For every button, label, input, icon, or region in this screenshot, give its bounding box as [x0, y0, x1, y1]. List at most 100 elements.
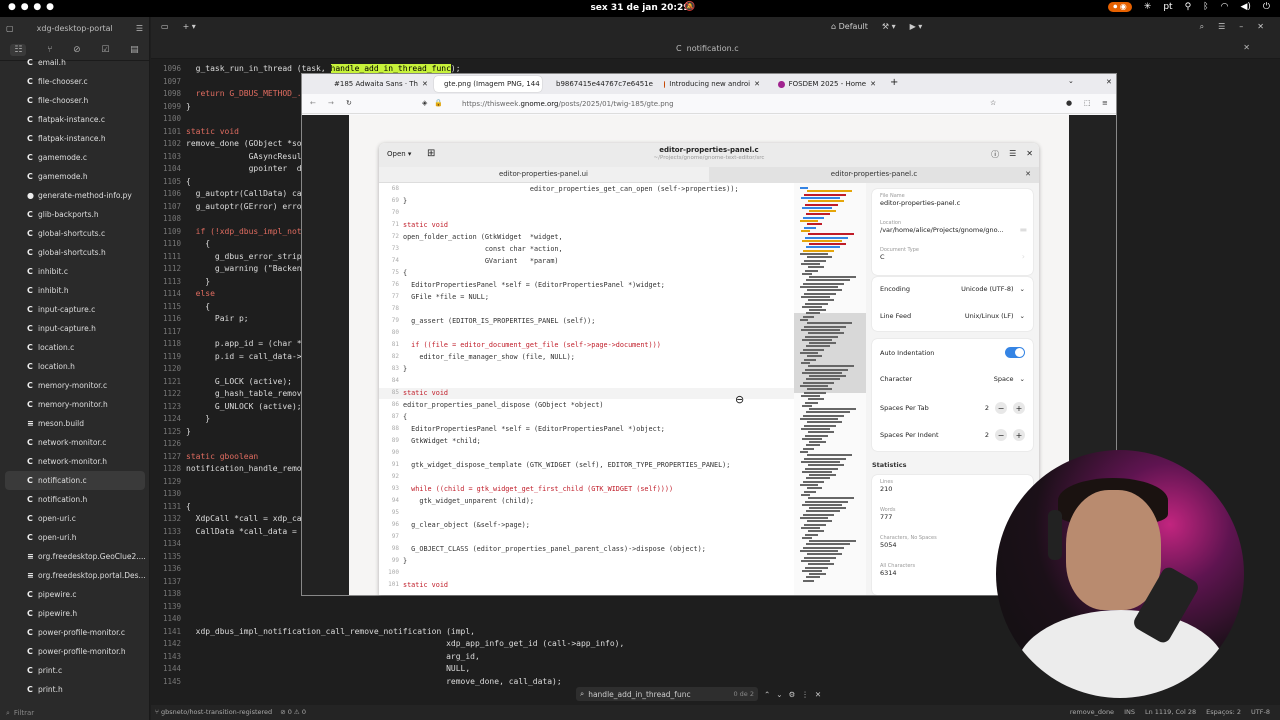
close-icon[interactable]: ✕ — [1026, 149, 1033, 160]
screenshot-image[interactable]: Open ▾ ⊞ editor-properties-panel.c ~/Pro… — [349, 115, 1069, 595]
tab-close-icon[interactable]: ✕ — [870, 80, 876, 88]
system-tray[interactable]: ⏺ ◉ ✳ pt ⚲ ᛒ ◠ ◀) ⏻ — [1108, 2, 1270, 12]
browser-tab[interactable]: #185 Adwaita Sans · Th ✕ — [324, 76, 432, 92]
filter-field[interactable]: ⌕ Filtrar — [0, 706, 150, 720]
file-item[interactable]: Cemail.h — [0, 53, 148, 72]
file-item[interactable]: Cgamemode.h — [0, 167, 148, 186]
file-item[interactable]: Cpipewire.c — [0, 585, 148, 604]
file-item[interactable]: Cinput-capture.c — [0, 300, 148, 319]
shield-icon[interactable]: ◈ — [422, 99, 427, 107]
ci-icon[interactable]: ✳ — [1144, 2, 1152, 12]
account-icon[interactable]: ● — [1066, 99, 1072, 107]
extensions-icon[interactable]: ⬚ — [1084, 99, 1091, 107]
chevron-right-icon[interactable]: › — [1022, 252, 1025, 261]
search-options-icon[interactable]: ⚙ — [789, 690, 796, 699]
reload-icon[interactable]: ↻ — [346, 99, 352, 107]
minimap[interactable] — [794, 183, 866, 595]
encoding-row[interactable]: Encoding Unicode (UTF-8) ⌄ — [880, 285, 1025, 293]
warnings-count[interactable]: ⊘ 0 ⚠ 0 — [280, 708, 306, 716]
character-row[interactable]: Character Space ⌄ — [880, 375, 1025, 383]
file-item[interactable]: Clocation.h — [0, 357, 148, 376]
back-icon[interactable]: ← — [310, 99, 316, 107]
search-input[interactable]: ⌕ handle_add_in_thread_func 0 de 2 — [576, 687, 758, 701]
line-feed-row[interactable]: Line Feed Unix/Linux (LF) ⌄ — [880, 312, 1025, 320]
tab-properties-ui[interactable]: editor-properties-panel.ui — [499, 170, 588, 178]
build-profile[interactable]: ⌂ Default — [831, 22, 868, 31]
file-item[interactable]: Cinhibit.c — [0, 262, 148, 281]
file-item[interactable]: Cnetwork-monitor.h — [0, 452, 148, 471]
file-item[interactable]: ≡ meson.build — [0, 414, 148, 433]
file-item[interactable]: Cglib-backports.h — [0, 205, 148, 224]
file-item[interactable]: Cnetwork-monitor.c — [0, 433, 148, 452]
search-icon[interactable]: ⌕ — [1200, 22, 1204, 32]
auto-indent-toggle[interactable] — [1005, 347, 1025, 358]
screen-record-indicator[interactable]: ⏺ ◉ — [1108, 2, 1132, 12]
file-item[interactable]: Cprint.c — [0, 661, 148, 680]
file-item[interactable]: Cglobal-shortcuts.c — [0, 224, 148, 243]
main-menu-icon[interactable]: ☰ — [1218, 22, 1225, 32]
decrement-button[interactable]: − — [995, 402, 1007, 414]
build-icon[interactable]: ⚒ ▾ — [882, 22, 896, 31]
new-tab-icon[interactable]: + ▾ — [183, 22, 196, 31]
tab-properties-c[interactable]: editor-properties-panel.c — [709, 167, 1039, 183]
forward-icon[interactable]: → — [328, 99, 334, 107]
file-item[interactable]: Cpipewire.h — [0, 604, 148, 623]
keyboard-layout[interactable]: pt — [1163, 2, 1172, 12]
file-item[interactable]: Cinput-capture.h — [0, 319, 148, 338]
file-item[interactable]: Cgamemode.c — [0, 148, 148, 167]
next-match-icon[interactable]: ⌄ — [776, 690, 782, 699]
branch[interactable]: ⑂ gbsneto/host-transition-registered — [155, 708, 272, 716]
minimize-icon[interactable]: – — [1239, 22, 1243, 32]
file-item[interactable]: Cpower-profile-monitor.c — [0, 623, 148, 642]
browser-tab[interactable]: gte.png (Imagem PNG, 144✕ — [434, 76, 542, 92]
file-item[interactable]: ≡ org.freedesktop.GeoClue2.... — [0, 547, 148, 566]
file-item[interactable]: Cpower-profile-monitor.h — [0, 642, 148, 661]
file-item[interactable]: ≡ org.freedesktop.portal.Des... — [0, 566, 148, 585]
file-item[interactable]: Copen-uri.c — [0, 509, 148, 528]
file-item[interactable]: Cnotification.c — [5, 471, 145, 490]
tab-close-icon[interactable]: ✕ — [1243, 43, 1250, 52]
url-bar[interactable]: https://thisweek.gnome.org/posts/2025/01… — [462, 100, 674, 108]
more-icon[interactable]: ⋮ — [801, 690, 809, 699]
file-item[interactable]: Cfile-chooser.c — [0, 72, 148, 91]
increment-button[interactable]: + — [1013, 402, 1025, 414]
gte-code-view[interactable]: 68 editor_properties_get_can_open (self-… — [379, 183, 794, 595]
tab-close-icon[interactable]: ✕ — [1025, 170, 1031, 178]
new-tab-icon[interactable]: + — [890, 77, 898, 88]
close-search-icon[interactable]: ✕ — [815, 690, 821, 699]
file-item[interactable]: Cinhibit.h — [0, 281, 148, 300]
menu-icon[interactable]: ☰ — [1009, 149, 1016, 160]
tab-list-icon[interactable]: ⌄ — [1068, 77, 1074, 85]
browser-tab[interactable]: FOSDEM 2025 - Home ✕ — [772, 76, 882, 92]
menu-icon[interactable]: ☰ — [136, 24, 149, 33]
cursor-position[interactable]: Ln 1119, Col 28 — [1145, 708, 1196, 716]
file-item[interactable]: ● generate-method-info.py — [0, 186, 148, 205]
file-item[interactable]: Cfile-chooser.h — [0, 91, 148, 110]
file-item[interactable]: Cflatpak-instance.c — [0, 110, 148, 129]
file-item[interactable]: Cglobal-shortcuts.h — [0, 243, 148, 262]
encoding-setting[interactable]: UTF-8 — [1251, 708, 1270, 716]
file-item[interactable]: Cmemory-monitor.h — [0, 395, 148, 414]
tab-close-icon[interactable]: ✕ — [754, 80, 760, 88]
window-close-icon[interactable]: ✕ — [1106, 78, 1112, 86]
window-close-icon[interactable]: ✕ — [1257, 22, 1264, 32]
browser-tab[interactable]: b9867415e44767c7e6451e✕ — [546, 76, 654, 92]
tab-notification-c[interactable]: C notification.c — [676, 44, 739, 53]
file-item[interactable]: Copen-uri.h — [0, 528, 148, 547]
run-icon[interactable]: ▶ ▾ — [910, 22, 923, 31]
tab-close-icon[interactable]: ✕ — [422, 80, 428, 88]
file-item[interactable]: Clocation.c — [0, 338, 148, 357]
file-item[interactable]: Cmemory-monitor.c — [0, 376, 148, 395]
lock-icon[interactable]: 🔒 — [434, 99, 443, 107]
browser-menu-icon[interactable]: ≡ — [1102, 99, 1108, 107]
bookmark-star-icon[interactable]: ☆ — [990, 99, 996, 107]
panel-toggle-icon[interactable]: ▭ — [161, 22, 169, 31]
folder-icon[interactable]: ▬ — [1019, 225, 1027, 234]
info-icon[interactable]: ⓘ — [991, 149, 999, 160]
increment-button[interactable]: + — [1013, 429, 1025, 441]
previous-match-icon[interactable]: ⌃ — [764, 690, 770, 699]
clock[interactable]: sex 31 de jan 20:29 — [0, 3, 1280, 13]
decrement-button[interactable]: − — [995, 429, 1007, 441]
sidebar-toggle-icon[interactable]: ▢ — [6, 24, 14, 33]
indent-setting[interactable]: Espaços: 2 — [1206, 708, 1241, 716]
